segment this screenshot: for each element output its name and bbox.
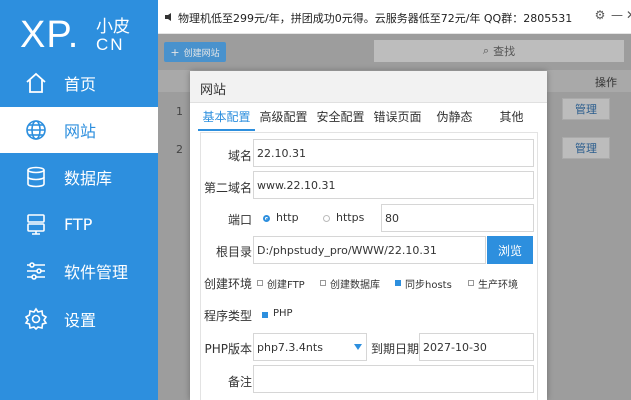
php-version-value: php7.3.4nts (257, 340, 323, 354)
php-version-label: PHP版本 (204, 342, 253, 356)
port-label: 端口 (227, 213, 252, 227)
create-db-checkbox[interactable] (320, 280, 326, 286)
https-radio[interactable] (323, 215, 330, 222)
app-logo: XP. 小皮 CN (20, 10, 158, 60)
globe-icon (24, 118, 48, 142)
basic-config-form: 域名 22.10.31 第二域名 www.22.10.31 端口 http ht… (200, 132, 538, 400)
root-dir-field[interactable]: D:/phpstudy_pro/WWW/22.10.31 (253, 236, 486, 264)
table-row-number: 2 (176, 143, 183, 156)
sidebar-item-label: 首页 (64, 75, 97, 94)
sidebar-item-ftp[interactable]: FTP (0, 201, 158, 247)
settings-icon[interactable]: ⚙ (593, 8, 607, 22)
minimize-icon[interactable]: — (610, 8, 624, 22)
port-field[interactable]: 80 (381, 204, 534, 232)
sidebar: XP. 小皮 CN 首页 网站 数据库 FTP 软件管理 设置 (0, 0, 158, 400)
tab-basic-config[interactable]: 基本配置 (198, 105, 255, 131)
create-website-button[interactable]: + 创建网站 (164, 42, 226, 62)
close-icon[interactable]: ✕ (624, 8, 631, 22)
program-type-label: 程序类型 (203, 309, 252, 323)
env-label: 创建环境 (203, 277, 252, 291)
second-domain-label: 第二域名 (203, 181, 252, 195)
notes-label: 备注 (227, 375, 252, 389)
column-header-actions: 操作 (595, 76, 617, 89)
production-env-checkbox[interactable] (468, 280, 474, 286)
php-version-select[interactable]: php7.3.4nts (253, 333, 367, 361)
tab-other[interactable]: 其他 (483, 105, 540, 131)
search-icon: ⌕ (482, 44, 490, 57)
php-type-label: PHP (273, 308, 293, 319)
sidebar-item-database[interactable]: 数据库 (0, 154, 158, 200)
tab-security-config[interactable]: 安全配置 (312, 105, 369, 131)
dialog-tabs: 基本配置 高级配置 安全配置 错误页面 伪静态 其他 (198, 105, 540, 131)
notice-text[interactable]: 物理机低至299元/年，拼团成功0元得。云服务器低至72元/年 QQ群：2805… (178, 10, 572, 26)
speaker-icon (165, 13, 171, 21)
sidebar-item-label: 设置 (64, 311, 97, 330)
sync-hosts-label: 同步hosts (405, 280, 452, 291)
dialog-title: 网站 (200, 83, 227, 98)
http-label: http (276, 211, 299, 224)
manage-button[interactable]: 管理 (562, 98, 610, 120)
expire-date-label: 到期日期 (371, 342, 420, 356)
sidebar-item-home[interactable]: 首页 (0, 60, 158, 106)
search-placeholder: 查找 (493, 45, 516, 58)
dialog-header: 网站 (190, 71, 547, 103)
domain-label: 域名 (227, 149, 252, 163)
tab-advanced-config[interactable]: 高级配置 (255, 105, 312, 131)
gear-icon (24, 307, 48, 331)
sidebar-item-website[interactable]: 网站 (0, 107, 158, 153)
create-ftp-checkbox[interactable] (257, 280, 263, 286)
chevron-down-icon (354, 344, 362, 350)
database-icon (24, 165, 48, 189)
logo-main: XP. (20, 14, 80, 56)
production-env-label: 生产环境 (478, 280, 518, 291)
tab-rewrite[interactable]: 伪静态 (426, 105, 483, 131)
tab-error-pages[interactable]: 错误页面 (369, 105, 426, 131)
sidebar-item-label: 网站 (64, 122, 97, 141)
root-dir-label: 根目录 (215, 245, 252, 259)
notice-bar: 物理机低至299元/年，拼团成功0元得。云服务器低至72元/年 QQ群：2805… (158, 0, 631, 34)
http-radio[interactable] (263, 215, 270, 222)
sidebar-item-software[interactable]: 软件管理 (0, 248, 158, 294)
sidebar-item-label: 软件管理 (64, 263, 129, 282)
sliders-icon (24, 259, 48, 283)
sidebar-item-settings[interactable]: 设置 (0, 296, 158, 342)
create-ftp-label: 创建FTP (267, 280, 305, 291)
browse-button[interactable]: 浏览 (487, 236, 533, 264)
create-website-label: 创建网站 (183, 48, 220, 59)
domain-field[interactable]: 22.10.31 (253, 139, 534, 167)
notes-field[interactable] (253, 365, 534, 393)
create-db-label: 创建数据库 (330, 280, 380, 291)
sidebar-item-label: 数据库 (64, 169, 113, 188)
logo-bottom: CN (96, 35, 125, 54)
second-domain-field[interactable]: www.22.10.31 (253, 171, 534, 199)
search-input[interactable]: ⌕ 查找 (374, 40, 624, 62)
plus-icon: + (170, 45, 180, 59)
php-checkbox[interactable] (262, 312, 268, 318)
table-row-number: 1 (176, 105, 183, 118)
website-dialog: 网站 基本配置 高级配置 安全配置 错误页面 伪静态 其他 域名 22.10.3… (190, 71, 547, 400)
manage-button[interactable]: 管理 (562, 137, 610, 159)
server-icon (24, 212, 48, 236)
home-icon (24, 71, 48, 95)
sync-hosts-checkbox[interactable] (395, 280, 401, 286)
expire-date-field[interactable]: 2027-10-30 (419, 333, 534, 361)
https-label: https (336, 211, 365, 224)
sidebar-item-label: FTP (64, 214, 93, 234)
logo-top: 小皮 (96, 17, 130, 37)
